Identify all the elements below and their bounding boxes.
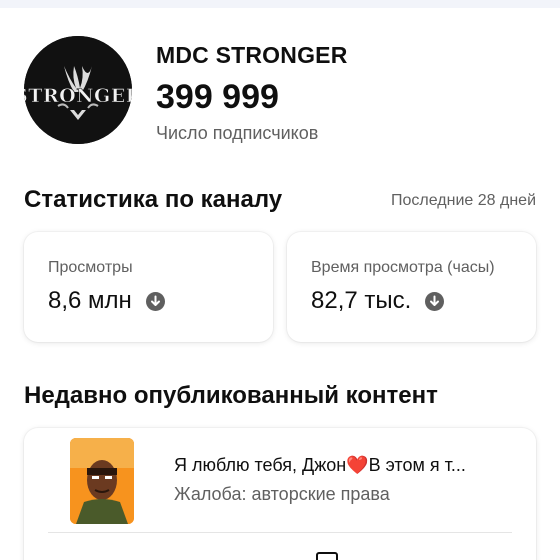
channel-avatar[interactable]: STRONGER bbox=[24, 36, 132, 144]
views-card[interactable]: Просмотры 8,6 млн bbox=[24, 232, 273, 342]
recent-section-title: Недавно опубликованный контент bbox=[24, 382, 438, 409]
channel-name: MDC STRONGER bbox=[156, 42, 348, 68]
trend-down-icon bbox=[425, 291, 445, 311]
recent-content-card[interactable]: Я люблю тебя, Джон❤️В этом я т... Жалоба… bbox=[24, 428, 536, 560]
details-icon[interactable] bbox=[316, 552, 338, 560]
video-title[interactable]: Я люблю тебя, Джон❤️В этом я т... bbox=[174, 455, 519, 476]
watch-time-card[interactable]: Время просмотра (часы) 82,7 тыс. bbox=[287, 232, 536, 342]
top-strip bbox=[0, 0, 560, 8]
divider bbox=[48, 532, 512, 533]
subscriber-label: Число подписчиков bbox=[156, 123, 319, 143]
stats-section-title: Статистика по каналу bbox=[24, 186, 283, 213]
avatar-text: STRONGER bbox=[24, 85, 132, 107]
views-label: Просмотры bbox=[48, 259, 133, 276]
views-value-row: 8,6 млн bbox=[48, 287, 165, 315]
views-value: 8,6 млн bbox=[48, 287, 132, 314]
subscriber-count: 399 999 bbox=[156, 78, 279, 116]
watch-time-value: 82,7 тыс. bbox=[311, 287, 412, 314]
video-thumbnail[interactable] bbox=[70, 438, 134, 524]
trend-down-icon bbox=[145, 291, 165, 311]
copyright-claim-label: Жалоба: авторские права bbox=[174, 484, 390, 504]
watch-time-label: Время просмотра (часы) bbox=[311, 259, 495, 276]
video-actions-row bbox=[48, 548, 512, 560]
stats-period: Последние 28 дней bbox=[391, 192, 536, 209]
watch-time-value-row: 82,7 тыс. bbox=[311, 287, 445, 315]
channel-header: STRONGER MDC STRONGER 399 999 Число подп… bbox=[24, 34, 536, 154]
